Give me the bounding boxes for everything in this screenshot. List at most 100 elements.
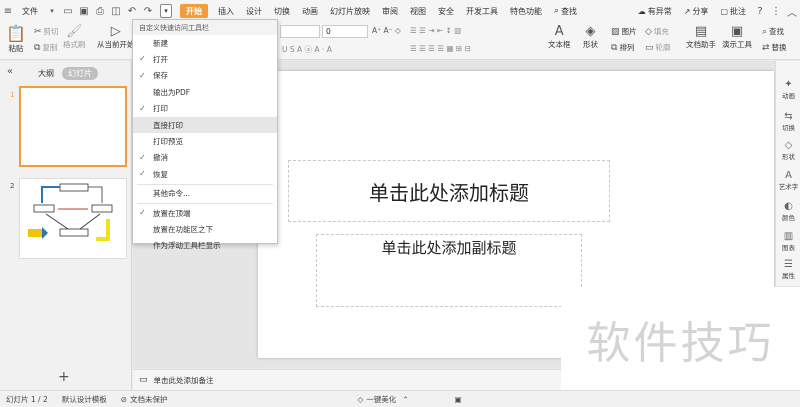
status-beautify[interactable]: 一键美化 bbox=[366, 394, 396, 405]
cut-button[interactable]: ✂ 剪切 bbox=[34, 26, 59, 37]
quick-access-menu-header: 自定义快速访问工具栏 bbox=[133, 20, 277, 35]
preview-icon[interactable]: ◫ bbox=[108, 0, 124, 22]
slide-thumbnail-2[interactable] bbox=[19, 178, 127, 259]
sidebar-transition[interactable]: ⇆ 切换 bbox=[776, 111, 800, 132]
tab-security[interactable]: 安全 bbox=[432, 0, 460, 22]
menu-item[interactable]: ✓ 恢复 bbox=[133, 166, 277, 182]
sidebar-color-label: 颜色 bbox=[782, 214, 795, 222]
tab-developer[interactable]: 开发工具 bbox=[460, 0, 504, 22]
font-size-value: 0 bbox=[326, 27, 331, 36]
tab-review[interactable]: 审阅 bbox=[376, 0, 404, 22]
align-buttons[interactable]: ☰ ☰ ⇥ ⇤ ↕ ▥ bbox=[410, 26, 461, 35]
collapse-ribbon-icon[interactable]: ︿ bbox=[784, 0, 800, 22]
menu-separator bbox=[137, 202, 273, 204]
font-grow-button[interactable]: A⁺ A⁻ ◇ bbox=[372, 26, 401, 35]
status-protect[interactable]: 文档未保护 bbox=[130, 394, 168, 405]
quick-access-dropdown-button[interactable]: ▾ bbox=[160, 4, 172, 18]
open-icon[interactable]: ▭ bbox=[60, 0, 76, 22]
file-menu[interactable]: 文件 bbox=[16, 0, 44, 22]
add-slide-button[interactable]: + bbox=[58, 369, 70, 385]
menu-item[interactable]: 新建 bbox=[133, 35, 277, 51]
tab-slides[interactable]: 幻灯片 bbox=[62, 67, 98, 80]
menu-item-label: 其他命令... bbox=[153, 189, 191, 199]
sidebar-wordart[interactable]: A 艺术字 bbox=[776, 170, 800, 191]
menu-item[interactable]: ✓ 保存 bbox=[133, 68, 277, 84]
copy-button[interactable]: ⧉ 复制 bbox=[34, 42, 57, 53]
find-button[interactable]: ⌕ 查找 bbox=[762, 26, 784, 37]
sidebar-animation[interactable]: ✦ 动画 bbox=[776, 79, 800, 100]
sidebar-shape[interactable]: ◇ 形状 bbox=[776, 140, 800, 161]
menu-item[interactable]: 打印预览 bbox=[133, 133, 277, 149]
search-icon: ⌕ bbox=[554, 6, 560, 16]
transition-icon: ⇆ bbox=[784, 111, 793, 122]
chevron-down-icon[interactable]: ▾ bbox=[44, 0, 60, 22]
menu-item[interactable]: ✓ 撤消 bbox=[133, 150, 277, 166]
menu-item[interactable]: ✓ 放置在顶端 bbox=[133, 205, 277, 221]
collapse-panel-icon[interactable]: « bbox=[2, 65, 18, 77]
hamburger-icon[interactable]: ≡ bbox=[0, 0, 16, 22]
chart-icon: ▥ bbox=[783, 231, 794, 242]
tab-animations[interactable]: 动画 bbox=[296, 0, 324, 22]
from-current-button[interactable]: ▷ 从当前开始 bbox=[97, 24, 135, 50]
save-icon[interactable]: ▣ bbox=[76, 0, 92, 22]
more-icon[interactable]: ⋮ bbox=[768, 0, 784, 22]
menu-item[interactable]: 其他命令... bbox=[133, 186, 277, 202]
menu-item[interactable]: 直接打印 bbox=[133, 116, 277, 134]
menu-item[interactable]: 作为浮动工具栏显示 bbox=[133, 238, 277, 254]
help-icon[interactable]: ? bbox=[752, 0, 768, 22]
tab-home[interactable]: 开始 bbox=[180, 4, 208, 18]
slide-thumbnail-1[interactable] bbox=[19, 86, 127, 167]
present-tool-button[interactable]: ▣ 演示工具 bbox=[722, 24, 752, 50]
tab-view[interactable]: 视图 bbox=[404, 0, 432, 22]
find-icon: ⌕ bbox=[762, 26, 768, 37]
doc-assistant-button[interactable]: ▤ 文档助手 bbox=[686, 24, 716, 50]
sidebar-transition-label: 切换 bbox=[782, 124, 795, 132]
shape-button[interactable]: ◈ 形状 bbox=[583, 24, 598, 50]
comment-button[interactable]: ▢ 批注 bbox=[714, 0, 752, 22]
from-current-label: 从当前开始 bbox=[97, 40, 135, 49]
menu-item[interactable]: 输出为PDF bbox=[133, 84, 277, 100]
paste-icon: 📋 bbox=[6, 24, 26, 43]
changes-button[interactable]: ☁ 有异常 bbox=[632, 0, 678, 22]
animation-icon: ✦ bbox=[784, 79, 793, 90]
tab-outline[interactable]: 大纲 bbox=[38, 68, 54, 79]
share-button[interactable]: ↗ 分享 bbox=[678, 0, 715, 22]
subtitle-placeholder[interactable]: 单击此处添加副标题 bbox=[316, 234, 582, 307]
textbox-button[interactable]: A 文本框 bbox=[548, 24, 571, 50]
search-box[interactable]: ⌕ 查找 bbox=[548, 0, 583, 22]
arrange-button[interactable]: ⧉ 排列 bbox=[611, 42, 634, 53]
font-style-buttons[interactable]: U S A ⓐ A · A bbox=[282, 44, 332, 55]
picture-button[interactable]: ▨ 图片 bbox=[611, 26, 637, 37]
font-name-box[interactable] bbox=[280, 25, 320, 38]
title-placeholder[interactable]: 单击此处添加标题 bbox=[288, 160, 610, 222]
sidebar-properties-label: 属性 bbox=[782, 272, 795, 280]
outline-button[interactable]: ▭ 轮廓 bbox=[645, 42, 671, 53]
sidebar-animation-label: 动画 bbox=[782, 92, 795, 100]
sidebar-wordart-label: 艺术字 bbox=[778, 183, 799, 191]
format-painter-button[interactable]: 🖌 格式刷 bbox=[63, 24, 86, 50]
fill-label: 填充 bbox=[653, 27, 669, 36]
menu-item[interactable]: ✓ 打印 bbox=[133, 101, 277, 117]
align-buttons-2[interactable]: ☰ ☰ ☰ ☰ ▦ ⊞ ⊟ bbox=[410, 44, 471, 53]
right-sidebar: ✦ 动画 ⇆ 切换 ◇ 形状 A 艺术字 ◐ 颜色 ▥ 图表 ☰ 属性 bbox=[775, 61, 800, 286]
view-normal-icon[interactable]: ▣ bbox=[455, 395, 462, 404]
font-size-box[interactable]: 0 bbox=[322, 25, 368, 38]
paste-button[interactable]: 📋 粘贴 bbox=[6, 24, 26, 54]
menu-item[interactable]: ✓ 打开 bbox=[133, 51, 277, 67]
menu-item[interactable]: 放置在功能区之下 bbox=[133, 221, 277, 237]
print-icon[interactable]: ⎙ bbox=[92, 0, 108, 22]
panel-tabs: 大纲 幻灯片 bbox=[38, 67, 98, 80]
sidebar-chart[interactable]: ▥ 图表 bbox=[776, 231, 800, 252]
menu-item-label: 直接打印 bbox=[153, 120, 183, 130]
tab-features[interactable]: 特色功能 bbox=[504, 0, 548, 22]
sidebar-color[interactable]: ◐ 颜色 bbox=[776, 201, 800, 222]
fill-button[interactable]: ◇ 填充 bbox=[645, 26, 669, 37]
status-template[interactable]: 默认设计模板 bbox=[62, 394, 107, 405]
outline-icon: ▭ bbox=[645, 42, 654, 53]
sidebar-properties[interactable]: ☰ 属性 bbox=[776, 259, 800, 280]
menu-bar: ≡ 文件 ▾ ▭ ▣ ⎙ ◫ ↶ ↷ ▾ 开始 插入 设计 切换 动画 幻灯片放… bbox=[0, 0, 800, 22]
tab-slideshow[interactable]: 幻灯片放映 bbox=[324, 0, 376, 22]
cut-label: 剪切 bbox=[43, 27, 59, 36]
chevron-up-icon[interactable]: ⌃ bbox=[402, 395, 408, 404]
replace-button[interactable]: ⇄ 替换 bbox=[762, 42, 787, 53]
